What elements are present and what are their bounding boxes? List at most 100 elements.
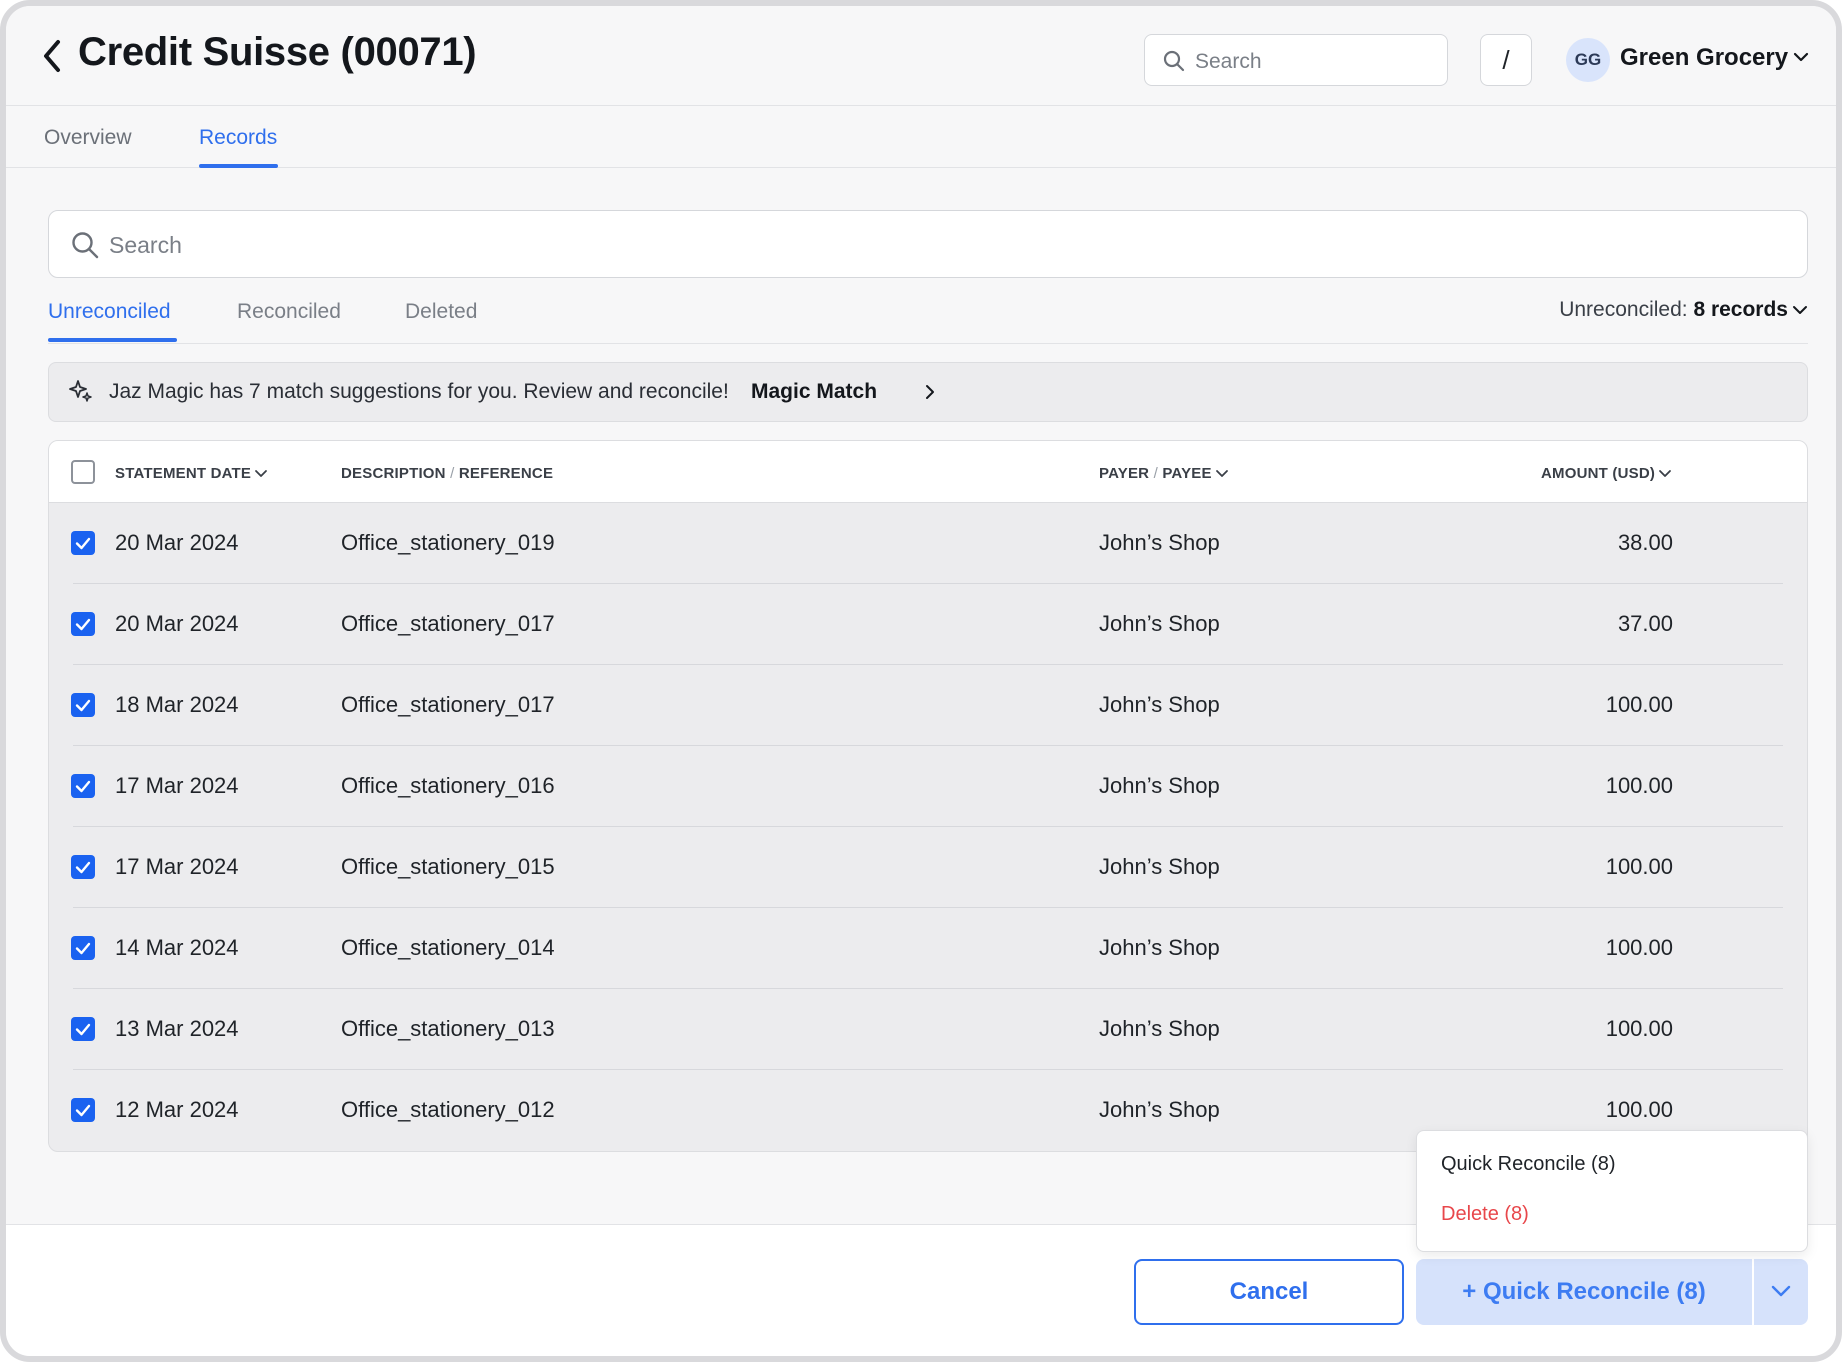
row-payee: John’s Shop <box>1099 773 1220 798</box>
row-checkbox[interactable] <box>71 936 95 960</box>
row-payee: John’s Shop <box>1099 935 1220 960</box>
table-row[interactable]: 18 Mar 2024 Office_stationery_017 John’s… <box>49 665 1807 746</box>
row-checkbox[interactable] <box>71 1098 95 1122</box>
row-amount: 100.00 <box>1605 692 1673 717</box>
chevron-down-icon <box>1771 1285 1791 1297</box>
tab-deleted[interactable]: Deleted <box>405 300 477 324</box>
select-all-checkbox[interactable] <box>71 460 95 484</box>
tab-reconciled[interactable]: Reconciled <box>237 300 341 324</box>
menu-item-delete[interactable]: Delete (8) <box>1441 1203 1529 1226</box>
row-payee: John’s Shop <box>1099 1097 1220 1122</box>
row-date: 13 Mar 2024 <box>115 1016 239 1041</box>
menu-item-quick-reconcile[interactable]: Quick Reconcile (8) <box>1441 1153 1616 1176</box>
back-chevron-icon[interactable] <box>40 36 66 76</box>
header-bar: Credit Suisse (00071) Search / GG Green … <box>6 6 1836 106</box>
checkmark-icon <box>75 537 91 550</box>
row-description: Office_stationery_015 <box>341 854 555 879</box>
row-checkbox[interactable] <box>71 1017 95 1041</box>
row-payee: John’s Shop <box>1099 692 1220 717</box>
row-description: Office_stationery_017 <box>341 692 555 717</box>
magic-match-link[interactable]: Magic Match <box>751 380 877 404</box>
header-search-input[interactable]: Search <box>1144 34 1448 86</box>
table-header: STATEMENT DATE DESCRIPTION / REFERENCE P… <box>49 441 1807 503</box>
header-search-placeholder: Search <box>1195 50 1262 73</box>
row-checkbox[interactable] <box>71 774 95 798</box>
row-checkbox[interactable] <box>71 855 95 879</box>
row-amount: 100.00 <box>1605 854 1673 879</box>
bulk-actions-menu: Quick Reconcile (8) Delete (8) <box>1416 1130 1808 1252</box>
tab-overview[interactable]: Overview <box>44 126 132 150</box>
row-date: 20 Mar 2024 <box>115 611 239 636</box>
column-amount[interactable]: AMOUNT (USD) <box>1541 465 1672 482</box>
table-row[interactable]: 14 Mar 2024 Office_stationery_014 John’s… <box>49 908 1807 989</box>
column-statement-date[interactable]: STATEMENT DATE <box>115 465 268 482</box>
app-window: Credit Suisse (00071) Search / GG Green … <box>0 0 1842 1362</box>
chevron-right-icon[interactable] <box>924 384 936 400</box>
row-date: 17 Mar 2024 <box>115 854 239 879</box>
records-search-placeholder: Search <box>109 232 182 258</box>
chevron-down-icon <box>1793 306 1807 315</box>
row-checkbox[interactable] <box>71 612 95 636</box>
row-checkbox[interactable] <box>71 531 95 555</box>
avatar[interactable]: GG <box>1566 38 1610 82</box>
org-switcher-label[interactable]: Green Grocery <box>1620 44 1788 72</box>
column-payee-label: PAYEE <box>1162 465 1212 482</box>
row-payee: John’s Shop <box>1099 1016 1220 1041</box>
records-table: STATEMENT DATE DESCRIPTION / REFERENCE P… <box>48 440 1808 1152</box>
row-checkbox[interactable] <box>71 693 95 717</box>
magic-sparkle-icon <box>69 380 92 402</box>
chevron-down-icon <box>1659 470 1671 477</box>
main-tabs: Overview Records <box>6 106 1836 168</box>
row-description: Office_stationery_013 <box>341 1016 555 1041</box>
row-date: 17 Mar 2024 <box>115 773 239 798</box>
row-amount: 37.00 <box>1617 611 1673 636</box>
column-description: DESCRIPTION / REFERENCE <box>341 465 553 482</box>
checkmark-icon <box>75 780 91 793</box>
row-date: 12 Mar 2024 <box>115 1097 239 1122</box>
row-description: Office_stationery_014 <box>341 935 555 960</box>
row-payee: John’s Shop <box>1099 530 1220 555</box>
checkmark-icon <box>75 861 91 874</box>
column-amount-label: AMOUNT (USD) <box>1541 465 1656 482</box>
chevron-down-icon[interactable] <box>1792 50 1810 64</box>
magic-match-banner: Jaz Magic has 7 match suggestions for yo… <box>48 362 1808 422</box>
more-actions-toggle[interactable] <box>1754 1259 1808 1325</box>
cancel-button[interactable]: Cancel <box>1134 1259 1404 1325</box>
chevron-down-icon <box>255 470 268 477</box>
column-separator: / <box>450 465 455 482</box>
status-tabs: Unreconciled Reconciled Deleted Unreconc… <box>48 290 1808 344</box>
table-row[interactable]: 13 Mar 2024 Office_stationery_013 John’s… <box>49 989 1807 1070</box>
column-statement-date-label: STATEMENT DATE <box>115 465 252 482</box>
column-payer-label: PAYER <box>1099 465 1150 482</box>
row-amount: 38.00 <box>1617 530 1673 555</box>
column-payer-payee[interactable]: PAYER / PAYEE <box>1099 465 1229 482</box>
tab-records[interactable]: Records <box>199 126 277 150</box>
banner-text: Jaz Magic has 7 match suggestions for yo… <box>109 380 729 403</box>
column-separator: / <box>1153 465 1158 482</box>
table-row[interactable]: 17 Mar 2024 Office_stationery_015 John’s… <box>49 827 1807 908</box>
column-description-label: DESCRIPTION <box>341 465 446 482</box>
quick-reconcile-button[interactable]: + Quick Reconcile (8) <box>1416 1259 1752 1325</box>
search-icon <box>1163 50 1185 72</box>
table-row[interactable]: 17 Mar 2024 Office_stationery_016 John’s… <box>49 746 1807 827</box>
row-payee: John’s Shop <box>1099 854 1220 879</box>
row-description: Office_stationery_019 <box>341 530 555 555</box>
active-tab-indicator <box>199 164 278 168</box>
records-search-input[interactable]: Search <box>48 210 1808 278</box>
row-date: 18 Mar 2024 <box>115 692 239 717</box>
record-count-dropdown[interactable]: Unreconciled: 8 records <box>1559 298 1808 322</box>
row-amount: 100.00 <box>1605 1097 1673 1122</box>
tab-unreconciled[interactable]: Unreconciled <box>48 300 171 324</box>
table-row[interactable]: 20 Mar 2024 Office_stationery_019 John’s… <box>49 503 1807 584</box>
search-icon <box>72 232 99 259</box>
shortcut-key-button[interactable]: / <box>1480 34 1532 86</box>
row-description: Office_stationery_012 <box>341 1097 555 1122</box>
active-subtab-indicator <box>48 338 177 342</box>
row-amount: 100.00 <box>1605 1016 1673 1041</box>
page-title: Credit Suisse (00071) <box>78 30 477 74</box>
row-date: 14 Mar 2024 <box>115 935 239 960</box>
table-row[interactable]: 20 Mar 2024 Office_stationery_017 John’s… <box>49 584 1807 665</box>
checkmark-icon <box>75 942 91 955</box>
column-reference-label: REFERENCE <box>458 465 554 482</box>
checkmark-icon <box>75 1104 91 1117</box>
